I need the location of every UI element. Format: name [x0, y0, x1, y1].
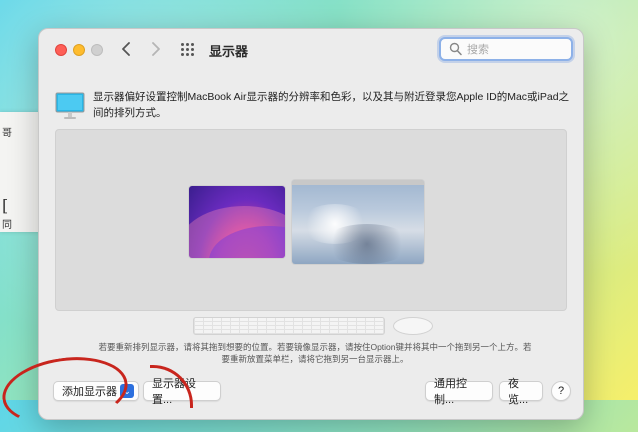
keyboard-icon: [193, 317, 385, 335]
background-text: 同: [2, 220, 12, 231]
window-title: 显示器: [209, 44, 249, 59]
displays-preferences-window: 显示器 显示器偏好设置控制MacBook Air显示器的分辨率和色彩，以及其与附…: [38, 28, 584, 420]
close-button[interactable]: [55, 44, 67, 56]
search-field[interactable]: [439, 37, 573, 61]
display-arrangement-area: [55, 129, 567, 311]
chevron-left-icon: [122, 42, 130, 56]
universal-control-button[interactable]: 通用控制...: [425, 378, 493, 406]
description-text: 显示器偏好设置控制MacBook Air显示器的分辨率和色彩，以及其与附近登录您…: [93, 91, 570, 119]
arrangement-hint-text: 若要重新排列显示器，请将其拖到想要的位置。若要镜像显示器，请按住Option键并…: [98, 342, 532, 364]
forward-button[interactable]: [145, 37, 167, 61]
builtin-display-thumbnail[interactable]: [189, 186, 285, 258]
search-icon: [449, 42, 462, 56]
show-all-grid-icon[interactable]: [181, 43, 195, 57]
external-display-thumbnail[interactable]: [292, 180, 424, 264]
minimize-button[interactable]: [73, 44, 85, 56]
title-bar: 显示器: [39, 29, 583, 71]
background-text: 哥: [2, 128, 12, 139]
chevron-right-icon: [152, 42, 160, 56]
back-button[interactable]: [115, 37, 137, 61]
background-document: 哥 [ 同: [0, 112, 42, 232]
night-shift-button[interactable]: 夜览...: [499, 378, 543, 406]
help-button[interactable]: ?: [551, 381, 571, 401]
arrangement-hint-area: 若要重新排列显示器，请将其拖到想要的位置。若要镜像显示器，请按住Option键并…: [55, 311, 567, 369]
menu-bar-indicator[interactable]: [292, 180, 424, 185]
search-input[interactable]: [465, 41, 569, 59]
background-text: [: [2, 196, 9, 215]
mouse-icon: [393, 317, 433, 335]
description-section: 显示器偏好设置控制MacBook Air显示器的分辨率和色彩，以及其与附近登录您…: [55, 87, 575, 123]
zoom-button[interactable]: [91, 44, 103, 56]
display-icon: [55, 92, 85, 119]
